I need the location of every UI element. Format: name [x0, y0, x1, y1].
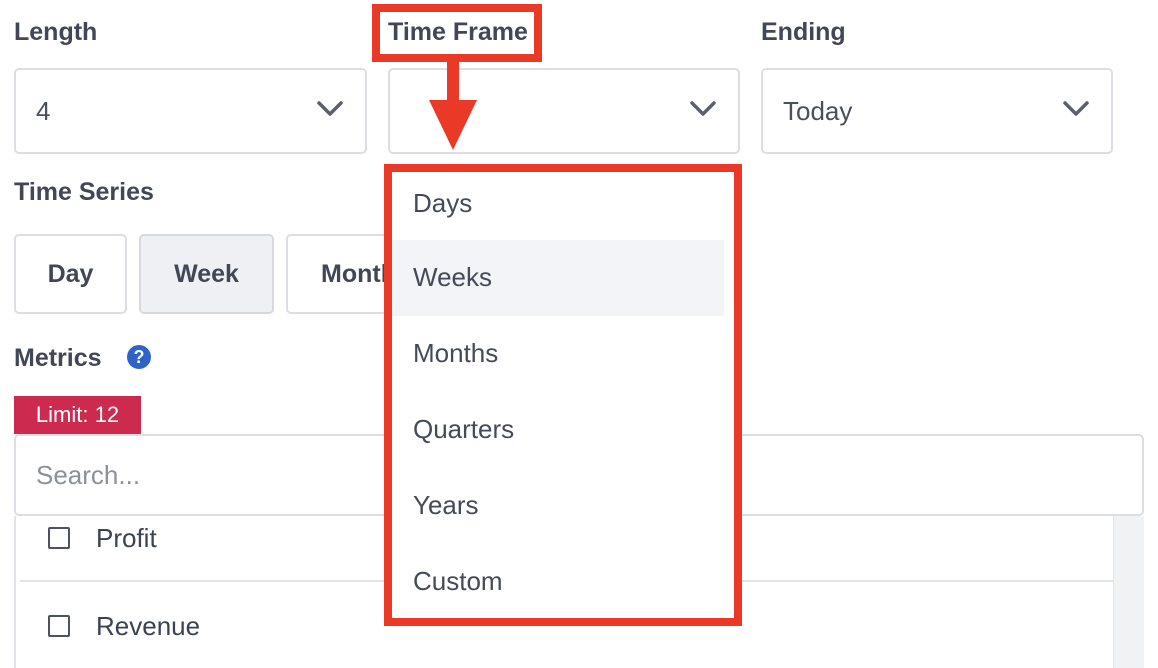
question-circle-icon[interactable]: ?: [127, 345, 151, 369]
time-series-label: Time Series: [14, 178, 154, 206]
checkbox[interactable]: [48, 615, 70, 637]
annotation-highlight-label: [372, 4, 542, 62]
chevron-down-icon: [690, 101, 716, 116]
annotation-highlight-dropdown: [384, 164, 742, 626]
checkbox[interactable]: [48, 527, 70, 549]
metric-label: Profit: [96, 523, 157, 553]
time-series-week-button[interactable]: Week: [139, 234, 274, 314]
chevron-down-icon: [317, 101, 343, 116]
time-frame-select[interactable]: [388, 68, 740, 154]
limit-badge: Limit: 12: [14, 396, 141, 434]
length-label: Length: [14, 18, 98, 46]
length-value: 4: [36, 96, 51, 126]
scrollbar[interactable]: [1113, 516, 1144, 668]
metric-label: Revenue: [96, 611, 201, 641]
time-series-day-button[interactable]: Day: [14, 234, 127, 314]
chevron-down-icon: [1063, 101, 1089, 116]
ending-value: Today: [783, 96, 853, 126]
metrics-label: Metrics: [14, 344, 102, 372]
ending-label: Ending: [761, 18, 846, 46]
length-select[interactable]: 4: [14, 68, 367, 154]
ending-select[interactable]: Today: [761, 68, 1113, 154]
